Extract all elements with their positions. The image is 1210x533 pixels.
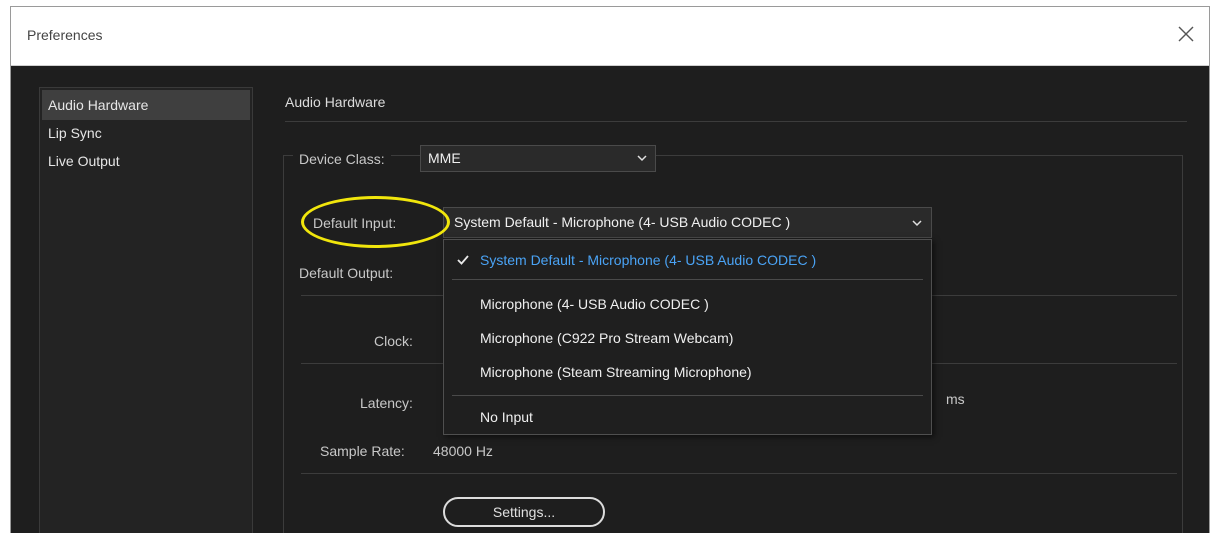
sample-rate-value: 48000 Hz xyxy=(433,443,493,459)
panel-title: Audio Hardware xyxy=(285,94,386,110)
window-title: Preferences xyxy=(27,27,103,43)
dropdown-option-system-default[interactable]: System Default - Microphone (4- USB Audi… xyxy=(444,246,931,274)
dropdown-option-label: System Default - Microphone (4- USB Audi… xyxy=(480,252,817,268)
device-class-row: Device Class: xyxy=(293,143,391,171)
chevron-down-icon xyxy=(912,220,922,227)
dropdown-option-steam-mic[interactable]: Microphone (Steam Streaming Microphone) xyxy=(444,358,931,386)
sample-rate-label: Sample Rate: xyxy=(320,443,405,459)
dropdown-divider xyxy=(452,279,923,280)
device-class-select[interactable]: MME xyxy=(420,145,656,172)
dropdown-option-usb-codec[interactable]: Microphone (4- USB Audio CODEC ) xyxy=(444,290,931,318)
preferences-sidebar: Audio Hardware Lip Sync Live Output xyxy=(39,87,253,533)
device-class-label: Device Class: xyxy=(299,151,385,167)
default-input-dropdown: System Default - Microphone (4- USB Audi… xyxy=(443,239,932,435)
chevron-down-icon xyxy=(637,155,647,162)
settings-button[interactable]: Settings... xyxy=(443,497,605,527)
title-divider xyxy=(285,121,1187,122)
default-input-select[interactable]: System Default - Microphone (4- USB Audi… xyxy=(443,207,932,238)
sidebar-item-audio-hardware[interactable]: Audio Hardware xyxy=(42,90,250,120)
highlight-annotation xyxy=(301,196,450,248)
device-class-value: MME xyxy=(428,150,461,166)
latency-unit: ms xyxy=(946,391,965,407)
sidebar-item-lip-sync[interactable]: Lip Sync xyxy=(42,118,250,148)
latency-label: Latency: xyxy=(360,395,413,411)
dropdown-option-c922-webcam[interactable]: Microphone (C922 Pro Stream Webcam) xyxy=(444,324,931,352)
preferences-window: Preferences Audio Hardware Lip Sync Live… xyxy=(10,6,1210,533)
checkmark-icon xyxy=(457,255,469,265)
default-input-value: System Default - Microphone (4- USB Audi… xyxy=(454,214,791,230)
sidebar-item-live-output[interactable]: Live Output xyxy=(42,146,250,176)
dropdown-option-no-input[interactable]: No Input xyxy=(444,403,931,431)
dropdown-divider xyxy=(452,395,923,396)
close-icon[interactable] xyxy=(1173,21,1199,47)
title-bar: Preferences xyxy=(11,7,1209,66)
section-divider xyxy=(301,473,1177,474)
clock-label: Clock: xyxy=(374,333,413,349)
default-output-label: Default Output: xyxy=(299,265,394,281)
